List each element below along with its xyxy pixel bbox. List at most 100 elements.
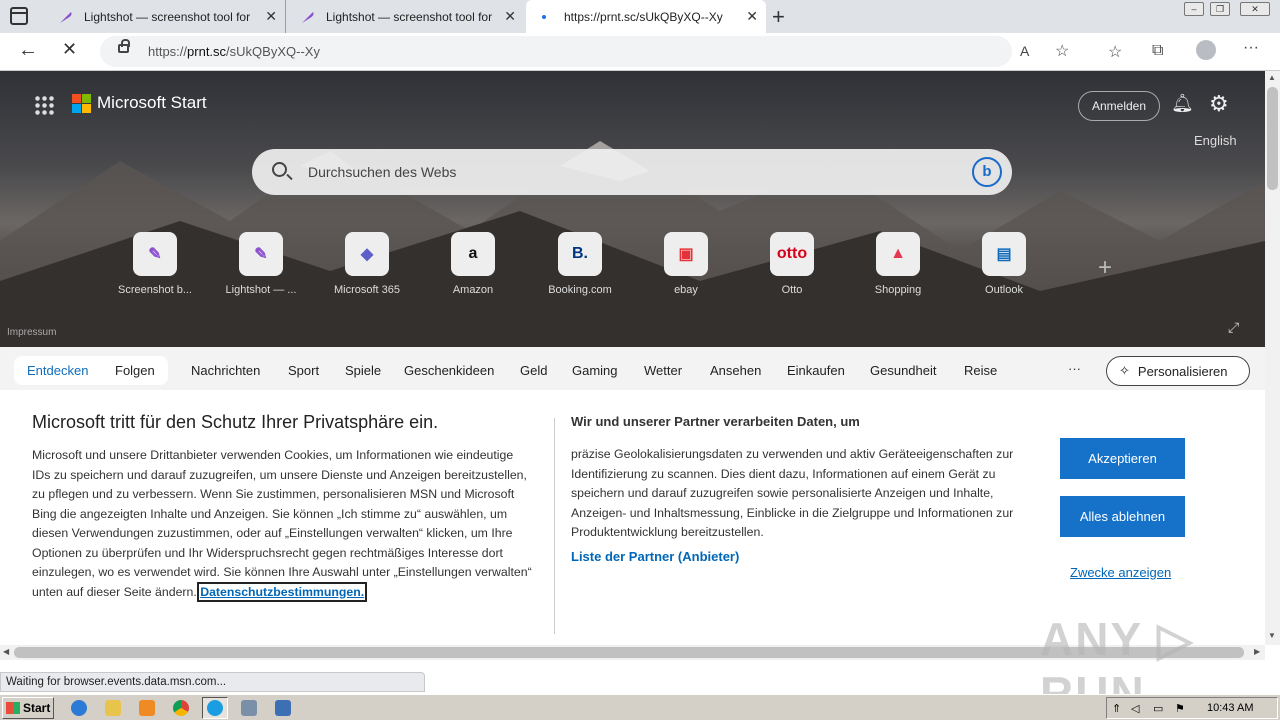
partner-title: Wir und unserer Partner verarbeiten Date… — [571, 414, 860, 429]
quick-link-tile[interactable]: ▲ Shopping — [852, 232, 944, 296]
bing-chat-icon[interactable]: b — [972, 157, 1002, 187]
brand-title[interactable]: Microsoft Start — [97, 93, 207, 113]
volume-icon[interactable]: ◁ — [1131, 702, 1139, 715]
add-favorite-icon[interactable]: ☆ — [1055, 41, 1069, 61]
quick-link-tile[interactable]: otto Otto — [746, 232, 838, 296]
tab-prnt-active[interactable]: https://prnt.sc/sUkQByXQ--Xy ✕ — [526, 0, 766, 33]
category-tab[interactable]: Einkaufen — [787, 363, 845, 378]
close-icon[interactable]: ✕ — [265, 8, 277, 25]
site-icon: ✎ — [133, 232, 177, 276]
reject-all-button[interactable]: Alles ablehnen — [1060, 496, 1185, 537]
read-aloud-icon[interactable]: A — [1020, 43, 1029, 59]
new-tab-button[interactable]: + — [772, 4, 785, 30]
start-button[interactable]: Start — [2, 697, 54, 719]
site-icon: ▣ — [664, 232, 708, 276]
personalize-label: Personalisieren — [1137, 363, 1228, 379]
more-categories-icon[interactable]: ··· — [1068, 361, 1081, 376]
vertical-scrollbar[interactable]: ▲ ▼ — [1265, 71, 1280, 645]
category-tab[interactable]: Gesundheit — [870, 363, 937, 378]
tile-label: Otto — [781, 284, 803, 296]
windows-flag-icon — [6, 702, 20, 714]
close-icon[interactable]: ✕ — [504, 8, 516, 25]
tab-actions-icon[interactable] — [10, 7, 28, 25]
quick-link-tile[interactable]: ◆ Microsoft 365 — [321, 232, 413, 296]
consent-title: Microsoft tritt für den Schutz Ihrer Pri… — [32, 412, 439, 432]
category-tab[interactable]: Spiele — [345, 363, 381, 378]
tab-lightshot-1[interactable]: Lightshot — screenshot tool for M ✕ — [44, 0, 286, 33]
category-tab[interactable]: Wetter — [644, 363, 682, 378]
quick-link-tile[interactable]: ▣ ebay — [640, 232, 732, 296]
apps-launcher-icon[interactable] — [34, 95, 54, 115]
personalize-button[interactable]: ✧ Personalisieren — [1106, 356, 1250, 386]
site-icon: a — [451, 232, 495, 276]
show-purposes-link[interactable]: Zwecke anzeigen — [1070, 565, 1171, 580]
expand-icon[interactable]: ⤢ — [1228, 319, 1239, 336]
back-arrow-icon[interactable]: ← — [18, 39, 38, 62]
more-menu-icon[interactable]: ··· — [1243, 39, 1259, 57]
loading-icon — [542, 14, 546, 19]
add-tile-button[interactable]: + — [1098, 254, 1112, 282]
folder-icon[interactable] — [100, 697, 126, 719]
url-text[interactable]: https://prnt.sc/sUkQByXQ--Xy — [148, 44, 320, 59]
status-bar: Waiting for browser.events.data.msn.com.… — [0, 672, 425, 692]
privacy-link[interactable]: Datenschutzbestimmungen. — [197, 581, 368, 602]
flag-tray-icon[interactable]: ⚑ — [1175, 702, 1185, 715]
scroll-up-icon[interactable]: ▲ — [1268, 73, 1276, 82]
scroll-thumb[interactable] — [1267, 87, 1278, 190]
impressum-link[interactable]: Impressum — [7, 327, 56, 338]
quick-link-tile[interactable]: B. Booking.com — [534, 232, 626, 296]
tile-label: Lightshot — ... — [225, 284, 297, 296]
quick-link-tile[interactable]: ▤ Outlook — [958, 232, 1050, 296]
profile-avatar[interactable] — [1196, 40, 1216, 60]
category-tab[interactable]: Ansehen — [710, 363, 761, 378]
signin-button[interactable]: Anmelden — [1078, 91, 1160, 121]
minimize-button[interactable]: – — [1184, 2, 1204, 16]
network-tray-icon[interactable]: ▭ — [1153, 702, 1163, 715]
url-field[interactable]: https://prnt.sc/sUkQByXQ--Xy A ☆ — [100, 36, 1069, 67]
quick-link-tile[interactable]: a Amazon — [427, 232, 519, 296]
site-icon: ▲ — [876, 232, 920, 276]
media-player-icon[interactable] — [134, 697, 160, 719]
tab-entdecken[interactable]: Entdecken — [27, 363, 88, 378]
tab-folgen[interactable]: Folgen — [115, 363, 155, 378]
network-icon[interactable] — [270, 697, 296, 719]
edge-icon[interactable] — [202, 697, 228, 719]
category-tab[interactable]: Reise — [964, 363, 997, 378]
quick-link-tile[interactable]: ✎ Screenshot b... — [109, 232, 201, 296]
gear-icon[interactable]: ⚙ — [1209, 91, 1229, 117]
tile-label: Outlook — [985, 284, 1023, 296]
consent-banner: Microsoft tritt für den Schutz Ihrer Pri… — [0, 390, 1265, 645]
language-link[interactable]: English — [1194, 133, 1237, 148]
category-tab[interactable]: Geschenkideen — [404, 363, 494, 378]
scroll-left-icon[interactable]: ◀ — [3, 647, 9, 656]
quick-link-tile[interactable]: ✎ Lightshot — ... — [215, 232, 307, 296]
accept-button[interactable]: Akzeptieren — [1060, 438, 1185, 479]
partner-list-link[interactable]: Liste der Partner (Anbieter) — [571, 549, 739, 564]
collections-icon[interactable]: ⧉ — [1152, 42, 1163, 60]
tab-strip: Lightshot — screenshot tool for M ✕ Ligh… — [0, 0, 1280, 33]
lock-icon — [118, 39, 130, 53]
partner-body: präzise Geolokalisierungsdaten zu verwen… — [571, 447, 1014, 539]
category-tab[interactable]: Sport — [288, 363, 319, 378]
clock[interactable]: 10:43 AM — [1207, 702, 1253, 714]
category-tab[interactable]: Nachrichten — [191, 363, 260, 378]
close-icon[interactable]: ✕ — [746, 8, 758, 25]
ie-icon[interactable] — [66, 697, 92, 719]
taskbar: Start ⇑ ◁ ▭ ⚑ 10:43 AM — [0, 694, 1280, 720]
bell-icon[interactable]: 🔔︎ — [1171, 93, 1194, 114]
window-icon[interactable] — [236, 697, 262, 719]
restore-button[interactable]: ❐ — [1210, 2, 1230, 16]
tile-label: Screenshot b... — [118, 284, 192, 296]
tile-label: Shopping — [874, 284, 922, 296]
tile-label: ebay — [674, 284, 698, 296]
tab-lightshot-2[interactable]: Lightshot — screenshot tool for M ✕ — [286, 0, 524, 33]
category-tab[interactable]: Geld — [520, 363, 547, 378]
tray-expand-icon[interactable]: ⇑ — [1112, 702, 1121, 715]
close-window-button[interactable]: ✕ — [1240, 2, 1270, 16]
favorites-icon[interactable]: ☆ — [1108, 42, 1122, 62]
chrome-icon[interactable] — [168, 697, 194, 719]
search-input[interactable]: Durchsuchen des Webs b — [252, 149, 1012, 195]
category-tab[interactable]: Gaming — [572, 363, 618, 378]
stop-loading-icon[interactable]: ✕ — [62, 39, 77, 60]
tile-label: Microsoft 365 — [333, 284, 401, 296]
